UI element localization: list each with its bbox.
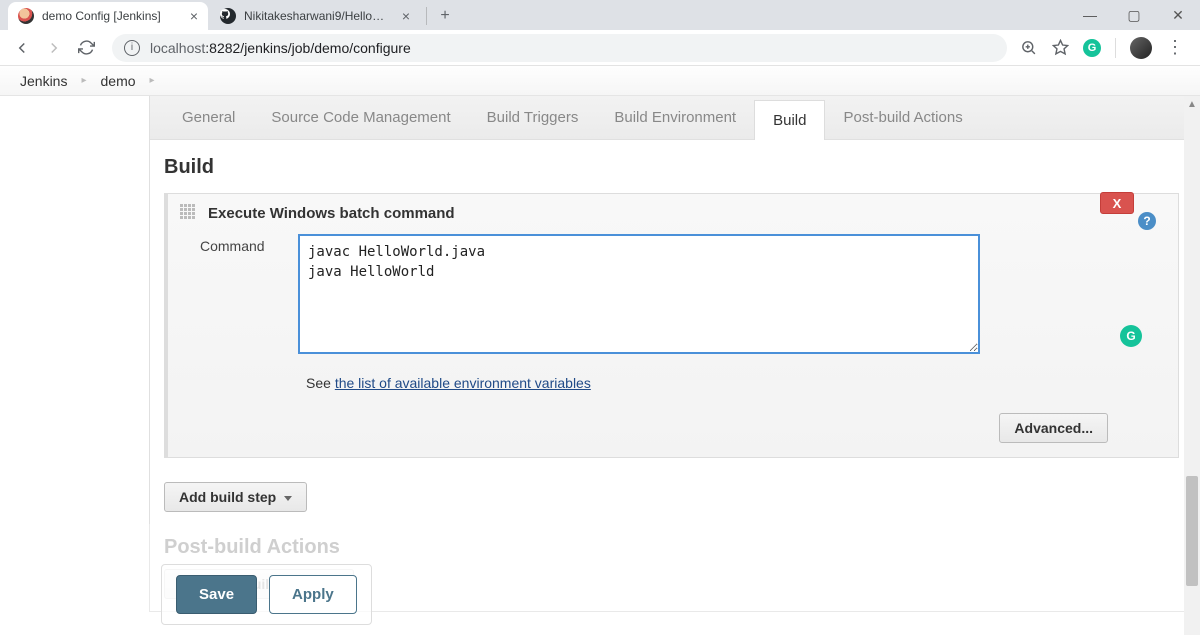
- add-build-step-button[interactable]: Add build step: [164, 482, 307, 512]
- scrollbar[interactable]: ▲: [1184, 96, 1200, 635]
- tab-general[interactable]: General: [164, 96, 253, 139]
- bookmark-star-icon[interactable]: [1051, 39, 1069, 57]
- site-info-icon[interactable]: i: [124, 40, 140, 56]
- window-minimize-icon[interactable]: ―: [1068, 0, 1112, 30]
- tab-title: demo Config [Jenkins]: [42, 9, 182, 23]
- section-title: Build: [164, 156, 1179, 179]
- window-close-icon[interactable]: ✕: [1156, 0, 1200, 30]
- window-controls: ― ▢ ✕: [1068, 0, 1200, 30]
- tab-close-icon[interactable]: ×: [190, 8, 198, 24]
- chrome-menu-icon[interactable]: ⋮: [1166, 39, 1184, 57]
- build-step-panel: X ? Execute Windows batch command Comman…: [164, 193, 1179, 458]
- breadcrumb-job[interactable]: demo: [101, 73, 136, 89]
- profile-avatar[interactable]: [1130, 37, 1152, 59]
- breadcrumb-arrow-icon: ▸: [150, 75, 155, 86]
- config-tabs: General Source Code Management Build Tri…: [149, 96, 1188, 140]
- env-vars-link[interactable]: the list of available environment variab…: [335, 375, 591, 391]
- command-label: Command: [180, 234, 298, 254]
- reload-button[interactable]: [72, 34, 100, 62]
- browser-toolbar: i localhost:8282/jenkins/job/demo/config…: [0, 30, 1200, 66]
- action-bar: Save Apply: [161, 564, 372, 625]
- tab-separator: [426, 7, 427, 25]
- grammarly-extension-icon[interactable]: G: [1083, 39, 1101, 57]
- env-vars-hint: See the list of available environment va…: [306, 375, 1154, 391]
- address-bar[interactable]: i localhost:8282/jenkins/job/demo/config…: [112, 34, 1007, 62]
- page-content: Jenkins ▸ demo ▸ General Source Code Man…: [0, 66, 1200, 635]
- browser-tab-strip: demo Config [Jenkins] × Nikitakesharwani…: [0, 0, 1200, 30]
- advanced-button[interactable]: Advanced...: [999, 413, 1108, 443]
- breadcrumb: Jenkins ▸ demo ▸: [0, 66, 1200, 96]
- zoom-icon[interactable]: [1019, 39, 1037, 57]
- scrollbar-up-icon[interactable]: ▲: [1184, 96, 1200, 112]
- command-textarea[interactable]: [298, 234, 980, 354]
- tab-post-build[interactable]: Post-build Actions: [825, 96, 980, 139]
- breadcrumb-root[interactable]: Jenkins: [20, 73, 67, 89]
- grammarly-icon: G: [1120, 325, 1142, 347]
- save-button[interactable]: Save: [176, 575, 257, 614]
- post-build-title: Post-build Actions: [164, 536, 1173, 559]
- tab-title: Nikitakesharwani9/HelloWorld: F: [244, 9, 394, 23]
- drag-handle-icon[interactable]: [180, 204, 198, 222]
- tab-build-triggers[interactable]: Build Triggers: [469, 96, 597, 139]
- back-button[interactable]: [8, 34, 36, 62]
- new-tab-button[interactable]: +: [431, 2, 459, 30]
- tab-build[interactable]: Build: [754, 100, 825, 140]
- browser-tab-inactive[interactable]: Nikitakesharwani9/HelloWorld: F ×: [210, 2, 420, 30]
- scrollbar-thumb[interactable]: [1186, 476, 1198, 586]
- window-maximize-icon[interactable]: ▢: [1112, 0, 1156, 30]
- step-title: Execute Windows batch command: [208, 205, 455, 222]
- url-text: localhost:8282/jenkins/job/demo/configur…: [150, 40, 411, 56]
- github-favicon: [220, 8, 236, 24]
- forward-button[interactable]: [40, 34, 68, 62]
- breadcrumb-arrow-icon: ▸: [81, 75, 86, 86]
- tab-scm[interactable]: Source Code Management: [253, 96, 468, 139]
- tab-build-environment[interactable]: Build Environment: [596, 96, 754, 139]
- delete-step-button[interactable]: X: [1100, 192, 1134, 214]
- jenkins-favicon: [18, 8, 34, 24]
- help-icon[interactable]: ?: [1138, 212, 1156, 230]
- browser-tab-active[interactable]: demo Config [Jenkins] ×: [8, 2, 208, 30]
- hint-prefix: See: [306, 375, 335, 391]
- tab-close-icon[interactable]: ×: [402, 8, 410, 24]
- apply-button[interactable]: Apply: [269, 575, 357, 614]
